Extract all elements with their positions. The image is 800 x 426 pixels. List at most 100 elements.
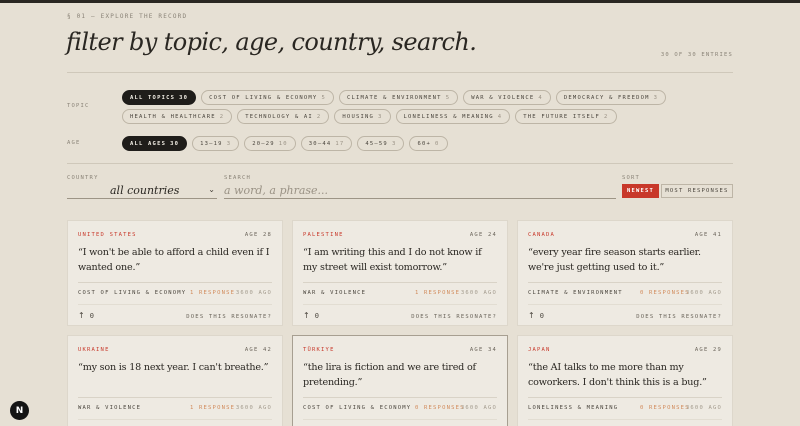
resonate-button[interactable]: DOES THIS RESONATE? [186, 314, 272, 320]
topic-chip-label: HEALTH & HEALTHCARE [130, 113, 216, 120]
topic-chip-count: 2 [316, 113, 322, 120]
card-timestamp: 3600 AGO [685, 290, 722, 296]
card-country: CANADA [528, 232, 556, 238]
entry-card[interactable]: UKRAINE AGE 42 “my son is 18 next year. I … [67, 335, 283, 426]
upvote-button[interactable]: ↑ 0 [528, 311, 544, 320]
topic-label: TOPIC [67, 103, 90, 109]
section-eyebrow: § 01 — EXPLORE THE RECORD [67, 13, 188, 20]
card-topic: COST OF LIVING & ECONOMY [303, 405, 412, 411]
topic-chip[interactable]: THE FUTURE ITSELF 2 [515, 109, 617, 124]
topic-chip[interactable]: DEMOCRACY & FREEDOM 3 [555, 90, 667, 105]
age-chip-label: 30–44 [308, 140, 332, 147]
country-select[interactable]: all countries ⌄ [67, 183, 217, 199]
age-chip[interactable]: 20–29 10 [244, 136, 296, 151]
sort-label: SORT [622, 175, 641, 181]
topic-chip-label: COST OF LIVING & ECONOMY [209, 94, 318, 101]
arrow-up-icon: ↑ [528, 311, 535, 320]
topic-chip-count: 4 [497, 113, 503, 120]
vote-count: 0 [539, 311, 544, 320]
age-chip-count: 3 [226, 140, 232, 147]
age-chips: ALL AGES 30 13–19 3 20–29 10 30–44 17 45–59 3 60+ 0 [122, 136, 742, 151]
search-input[interactable] [224, 183, 616, 199]
card-age: AGE 34 [469, 347, 497, 353]
topic-chip-label: HOUSING [342, 113, 375, 120]
sort-most-responses-button[interactable]: MOST RESPONSES [661, 184, 733, 198]
resonate-button[interactable]: DOES THIS RESONATE? [411, 314, 497, 320]
country-value: all countries [110, 184, 180, 197]
age-chip-count: 0 [435, 140, 440, 147]
card-timestamp: 3600 AGO [685, 405, 722, 411]
topic-chip-count: 3 [653, 94, 659, 101]
card-divider [528, 397, 722, 398]
topic-chip[interactable]: ALL TOPICS 30 [122, 90, 197, 105]
card-timestamp: 3600 AGO [235, 290, 272, 296]
card-country: TÜRKIYE [303, 347, 335, 353]
age-chip-count: 30 [170, 140, 180, 147]
card-responses[interactable]: 0 RESPONSES [640, 405, 690, 411]
age-chip-label: 13–19 [200, 140, 223, 147]
age-chip[interactable]: 45–59 3 [357, 136, 405, 151]
topic-chip-label: DEMOCRACY & FREEDOM [563, 94, 650, 101]
topic-chip-count: 30 [179, 94, 189, 101]
card-quote: “my son is 18 next year. I can't breathe… [78, 362, 269, 373]
topic-chip[interactable]: WAR & VIOLENCE 4 [463, 90, 551, 105]
topic-chips: ALL TOPICS 30 COST OF LIVING & ECONOMY 5 CLI… [122, 90, 742, 124]
chevron-down-icon: ⌄ [208, 185, 215, 194]
card-age: AGE 41 [694, 232, 722, 238]
card-age: AGE 29 [694, 347, 722, 353]
card-timestamp: 3600 AGO [460, 290, 497, 296]
card-divider [78, 419, 272, 420]
topic-chip-label: WAR & VIOLENCE [471, 94, 535, 101]
entry-card[interactable]: PALESTINE AGE 24 “I am writing this and I … [292, 220, 508, 326]
card-country: PALESTINE [303, 232, 344, 238]
age-chip[interactable]: 60+ 0 [409, 136, 448, 151]
card-divider [78, 282, 272, 283]
card-country: UKRAINE [78, 347, 110, 353]
topic-chip[interactable]: TECHNOLOGY & AI 2 [237, 109, 330, 124]
arrow-up-icon: ↑ [78, 311, 85, 320]
age-chip[interactable]: 13–19 3 [192, 136, 240, 151]
age-chip-count: 10 [278, 140, 288, 147]
topic-chip[interactable]: LONELINESS & MEANING 4 [395, 109, 511, 124]
age-chip-label: 45–59 [365, 140, 388, 147]
entry-card[interactable]: JAPAN AGE 29 “the AI talks to me more than… [517, 335, 733, 426]
topic-chip[interactable]: HEALTH & HEALTHCARE 2 [122, 109, 233, 124]
card-topic: LONELINESS & MEANING [528, 405, 619, 411]
topic-chip[interactable]: CLIMATE & ENVIRONMENT 5 [338, 90, 459, 105]
app-badge[interactable]: N [10, 401, 29, 420]
card-responses[interactable]: 1 RESPONSE [190, 290, 235, 296]
page-title: filter by topic, age, country, search. [66, 28, 477, 56]
topic-chip-count: 2 [603, 113, 609, 120]
card-age: AGE 24 [469, 232, 497, 238]
topic-chip-label: CLIMATE & ENVIRONMENT [346, 94, 442, 101]
entry-card[interactable]: UNITED STATES AGE 28 “I won't be able to a… [67, 220, 283, 326]
card-divider [528, 282, 722, 283]
age-chip[interactable]: ALL AGES 30 [122, 136, 188, 151]
card-divider [303, 282, 497, 283]
card-quote: “the AI talks to me more than my coworke… [528, 362, 707, 388]
card-responses[interactable]: 1 RESPONSE [415, 290, 460, 296]
card-topic: WAR & VIOLENCE [303, 290, 367, 296]
age-chip-label: ALL AGES [130, 140, 167, 147]
topic-chip-label: LONELINESS & MEANING [403, 113, 494, 120]
resonate-button[interactable]: DOES THIS RESONATE? [636, 314, 722, 320]
topic-chip[interactable]: COST OF LIVING & ECONOMY 5 [201, 90, 334, 105]
card-responses[interactable]: 1 RESPONSE [190, 405, 235, 411]
age-label: AGE [67, 140, 81, 146]
age-chip-label: 20–29 [252, 140, 275, 147]
upvote-button[interactable]: ↑ 0 [303, 311, 319, 320]
card-quote: “I am writing this and I do not know if … [303, 247, 482, 273]
card-quote: “I won't be able to afford a child even … [78, 247, 270, 273]
upvote-button[interactable]: ↑ 0 [78, 311, 94, 320]
card-divider [78, 397, 272, 398]
entry-card[interactable]: TÜRKIYE AGE 34 “the lira is fiction and we… [292, 335, 508, 426]
header-divider [67, 72, 733, 73]
topic-chip[interactable]: HOUSING 3 [334, 109, 391, 124]
age-chip[interactable]: 30–44 17 [300, 136, 353, 151]
topic-chip-label: ALL TOPICS [130, 94, 176, 101]
card-divider [303, 397, 497, 398]
entry-card[interactable]: CANADA AGE 41 “every year fire season star… [517, 220, 733, 326]
card-responses[interactable]: 0 RESPONSES [415, 405, 465, 411]
card-responses[interactable]: 0 RESPONSES [640, 290, 690, 296]
sort-newest-button[interactable]: NEWEST [622, 184, 659, 198]
